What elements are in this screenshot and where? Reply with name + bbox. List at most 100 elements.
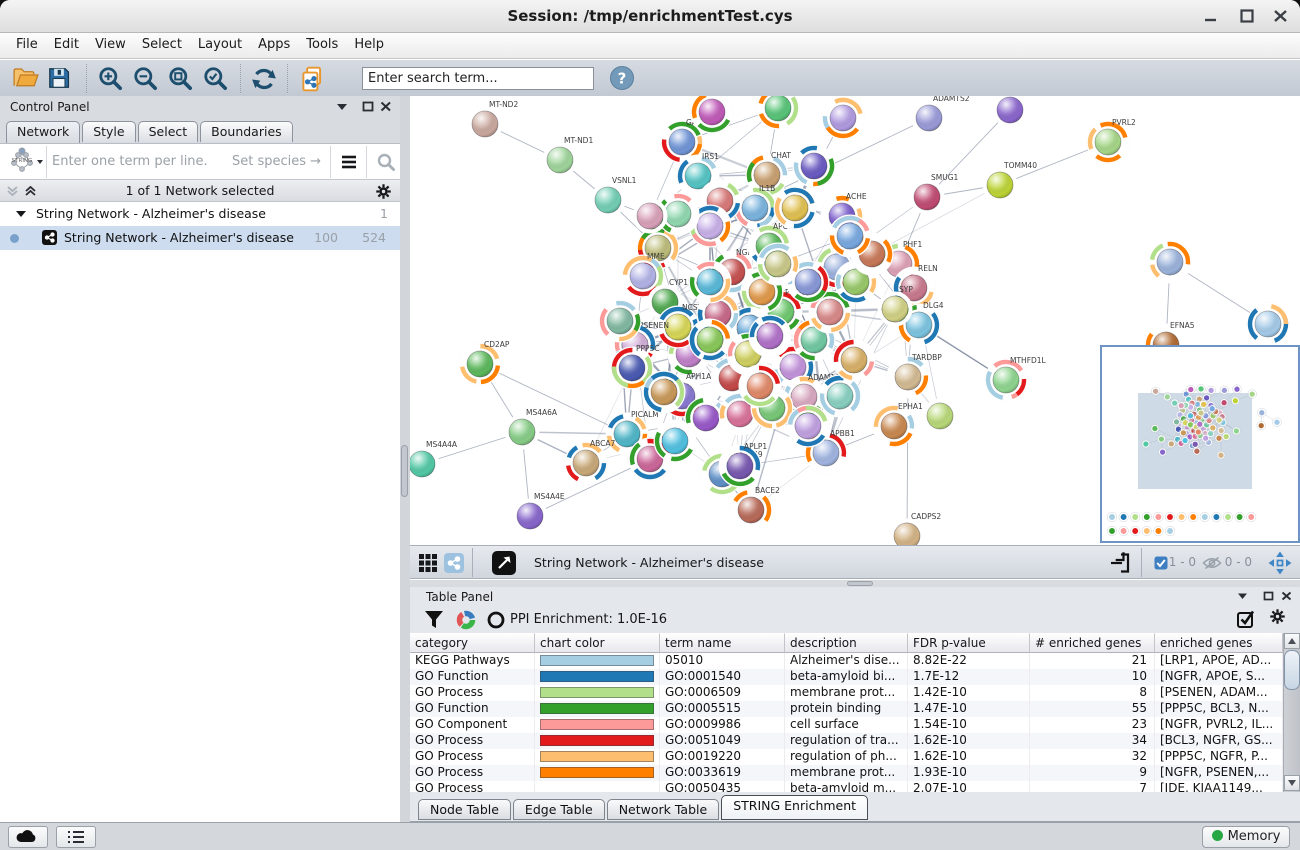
zoom-in-button[interactable] [97,65,125,93]
menu-file[interactable]: File [8,33,46,52]
close-button[interactable] [1270,6,1292,26]
table-scrollbar[interactable] [1283,633,1300,792]
string-options-icon[interactable] [340,154,358,170]
network-node[interactable]: MT-ND1 [545,136,594,176]
table-row[interactable]: GO FunctionGO:0001540beta-amyloid bi...1… [410,669,1283,685]
task-history-button[interactable] [56,826,96,848]
table-row[interactable]: GO ComponentGO:0009986cell surface1.54E-… [410,717,1283,733]
memory-button[interactable]: Memory [1202,826,1290,848]
string-logo-icon[interactable]: STRING [4,147,44,177]
menu-apps[interactable]: Apps [250,33,298,52]
panel-splitter-horizontal[interactable] [410,580,1300,587]
chart-colors-icon[interactable] [456,610,476,630]
network-node[interactable] [995,96,1026,126]
expand-triangle-icon[interactable] [16,210,26,218]
ring-chart-icon[interactable] [486,610,506,630]
network-node[interactable] [787,405,829,447]
tab-edge-table[interactable]: Edge Table [513,799,605,820]
network-view[interactable]: MT-ND2MT-ND1VSNL1GAB2ADAMTS2PVRL2TOMM40S… [410,96,1300,545]
scroll-down-button[interactable] [1284,775,1300,791]
string-view-icon[interactable] [444,553,464,573]
network-node[interactable] [599,300,641,342]
tab-node-table[interactable]: Node Table [418,799,511,820]
menu-layout[interactable]: Layout [190,33,250,52]
minimize-button[interactable] [1200,6,1222,26]
close-panel-icon[interactable] [1281,591,1292,601]
network-node[interactable]: MTHFD1L [985,356,1047,401]
network-node[interactable] [643,371,685,413]
tab-select[interactable]: Select [138,121,199,142]
selected-checkbox-icon[interactable] [1154,556,1168,570]
menu-select[interactable]: Select [134,33,190,52]
network-node[interactable] [1247,303,1289,345]
maximize-button[interactable] [1236,6,1258,26]
grid-view-icon[interactable] [418,553,438,573]
network-node[interactable]: MS4A6A [507,408,558,448]
network-node[interactable] [691,96,733,133]
network-node[interactable] [925,401,956,432]
column-header-description[interactable]: description [785,633,908,653]
string-search-bar[interactable]: STRING Enter one term per line. Set spec… [0,143,400,180]
network-options-gear-icon[interactable] [375,183,392,200]
network-node[interactable] [689,261,731,303]
column-header-FDR-p-value[interactable]: FDR p-value [908,633,1030,653]
network-node[interactable] [757,96,799,129]
menu-help[interactable]: Help [346,33,392,52]
network-node[interactable] [739,365,781,407]
string-search-icon[interactable] [376,152,396,172]
network-node[interactable] [635,201,666,232]
collection-row[interactable]: String Network - Alzheimer's disease 1 [0,202,400,226]
export-network-icon[interactable] [1108,551,1132,575]
column-header-term-name[interactable]: term name [660,633,785,653]
import-network-button[interactable] [298,65,326,93]
network-node[interactable]: TARDBP [887,353,942,398]
network-node[interactable]: VSNL1 [593,176,637,216]
panel-menu-icon[interactable] [1237,591,1248,600]
network-node[interactable]: EPHA1 [873,402,923,447]
network-node[interactable] [793,145,835,187]
network-node[interactable]: PVRL2 [1087,118,1136,163]
filter-icon[interactable] [424,610,444,629]
scrollbar-thumb[interactable] [1284,650,1300,690]
tab-network[interactable]: Network [6,121,80,144]
menu-view[interactable]: View [87,33,134,52]
network-node[interactable]: ABCA7 [565,439,616,484]
open-session-button[interactable] [12,65,40,93]
network-node[interactable] [829,215,871,257]
scroll-up-button[interactable] [1284,633,1300,649]
close-panel-icon[interactable] [380,101,392,112]
table-row[interactable]: KEGG Pathways05010Alzheimer's dise...8.8… [410,653,1283,669]
network-node[interactable] [749,315,791,357]
birds-eye-toggle-icon[interactable] [1268,551,1292,575]
menu-tools[interactable]: Tools [298,33,346,52]
search-input[interactable] [362,67,594,90]
network-node[interactable]: CD2AP [459,340,510,385]
tab-string-enrichment[interactable]: STRING Enrichment [721,795,868,820]
network-overview-inset[interactable] [1100,345,1300,543]
table-row[interactable]: GO ProcessGO:0050435beta-amyloid m...2.0… [410,781,1283,792]
network-node[interactable] [757,243,799,285]
save-session-button[interactable] [46,65,74,93]
table-row[interactable]: GO FunctionGO:0005515protein binding1.47… [410,701,1283,717]
panel-menu-icon[interactable] [336,101,348,111]
table-row[interactable]: GO ProcessGO:0033619membrane prot...1.93… [410,765,1283,781]
column-header-category[interactable]: category [410,633,535,653]
select-terms-checkbox-icon[interactable] [1236,609,1256,629]
network-node[interactable] [822,97,864,139]
splitter-grip[interactable] [401,445,408,497]
network-row[interactable]: String Network - Alzheimer's disease 100… [0,226,400,250]
column-header--enriched-genes[interactable]: # enriched genes [1030,633,1155,653]
string-query-placeholder[interactable]: Enter one term per line. [52,154,208,169]
table-row[interactable]: GO ProcessGO:0051049regulation of tra...… [410,733,1283,749]
network-node[interactable] [774,187,816,229]
splitter-grip[interactable] [847,581,873,586]
network-node[interactable]: TOMM40 [985,161,1038,201]
tab-style[interactable]: Style [82,121,135,142]
table-row[interactable]: GO ProcessGO:0019220regulation of ph...1… [410,749,1283,765]
network-node[interactable] [833,339,875,381]
table-row[interactable]: GO ProcessGO:0006509membrane prot...1.42… [410,685,1283,701]
annotation-mode-icon[interactable] [492,551,516,575]
float-panel-icon[interactable] [1263,591,1274,601]
float-panel-icon[interactable] [362,101,374,112]
column-header-chart-color[interactable]: chart color [535,633,660,653]
